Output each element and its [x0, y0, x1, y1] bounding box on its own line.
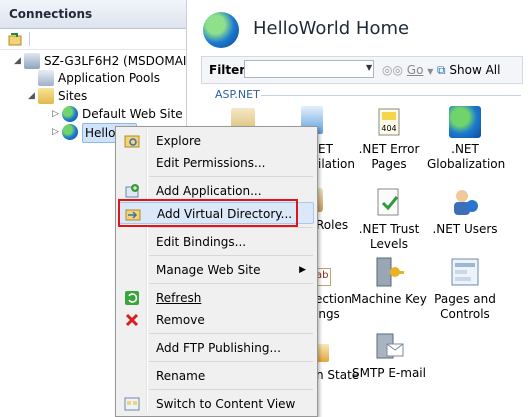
- menu-separator: [149, 361, 313, 362]
- tree-item-sites[interactable]: ◢ Sites: [28, 87, 87, 105]
- menu-item-switch-to-content-view[interactable]: Switch to Content View: [118, 393, 314, 415]
- feature-label: Pages and Controls: [434, 292, 496, 321]
- tree-label-server: SZ-G3LF6H2 (MSDOMAIN: [44, 54, 196, 68]
- tree-label-default-site: Default Web Site: [82, 107, 183, 121]
- feature-label-partial: ilation: [318, 157, 356, 171]
- feature-label-partial: ection: [315, 292, 352, 306]
- menu-item-manage-web-site[interactable]: Manage Web Site ▶: [118, 259, 314, 281]
- menu-label: Edit Permissions...: [156, 156, 266, 170]
- add-application-icon: [125, 184, 139, 198]
- connect-icon[interactable]: [8, 31, 24, 47]
- filter-input[interactable]: [244, 60, 374, 78]
- go-label: Go: [406, 63, 424, 77]
- filter-bar: Filter: ▼ ◎◎ Go ▼ ⧉ Show All: [201, 56, 523, 84]
- menu-item-refresh[interactable]: Refresh: [118, 287, 314, 309]
- go-dropdown-icon[interactable]: ▼: [427, 67, 433, 76]
- feature-net-trust-levels[interactable]: .NET Trust Levels: [351, 186, 427, 252]
- menu-item-explore[interactable]: Explore: [118, 130, 314, 152]
- menu-label: Remove: [156, 313, 205, 327]
- application-pools-icon: [38, 70, 54, 86]
- feature-smtp-email[interactable]: SMTP E-mail: [351, 330, 427, 381]
- machine-key-icon: [376, 257, 404, 287]
- feature-label-partial: ET: [318, 142, 333, 156]
- menu-item-add-ftp-publishing[interactable]: Add FTP Publishing...: [118, 337, 314, 359]
- menu-item-edit-permissions[interactable]: Edit Permissions...: [118, 152, 314, 174]
- refresh-icon: [125, 291, 139, 305]
- expand-icon[interactable]: ▷: [52, 123, 62, 141]
- smtp-email-icon: [376, 333, 404, 359]
- error-page-icon: 404: [378, 108, 400, 136]
- menu-separator: [149, 176, 313, 177]
- menu-separator: [149, 283, 313, 284]
- menu-label: Manage Web Site: [156, 263, 261, 277]
- feature-label-roles: Roles: [316, 218, 349, 232]
- connections-header: Connections: [0, 0, 186, 29]
- globe-icon: [62, 106, 78, 122]
- feature-label: SMTP E-mail: [352, 366, 426, 380]
- menu-separator: [149, 227, 313, 228]
- page-title: HelloWorld Home: [253, 18, 410, 39]
- server-icon: [24, 53, 40, 69]
- sites-folder-icon: [38, 88, 54, 104]
- connections-toolbar: [0, 29, 186, 50]
- show-all-icon: ⧉: [437, 63, 446, 77]
- group-header-aspnet: ASP.NET: [215, 88, 260, 101]
- tree-item-server[interactable]: ◢ SZ-G3LF6H2 (MSDOMAIN: [14, 52, 195, 70]
- feature-net-users[interactable]: .NET Users: [427, 186, 503, 237]
- binoculars-icon: ◎◎: [382, 63, 403, 77]
- menu-label: Switch to Content View: [156, 397, 296, 411]
- menu-label: Explore: [156, 134, 202, 148]
- expand-icon[interactable]: ▷: [52, 105, 62, 123]
- feature-label: .NET Users: [432, 222, 498, 236]
- feature-net-error-pages[interactable]: 404 .NET Error Pages: [351, 106, 427, 172]
- feature-pages-and-controls[interactable]: Pages and Controls: [427, 256, 503, 322]
- feature-net-globalization[interactable]: .NET Globalization: [427, 106, 506, 172]
- tree-label-app-pools: Application Pools: [58, 71, 160, 85]
- tree-item-application-pools[interactable]: Application Pools: [38, 69, 160, 87]
- go-button[interactable]: ◎◎ Go ▼: [382, 63, 433, 77]
- context-menu: Explore Edit Permissions... Add Applicat…: [115, 126, 318, 417]
- globe-icon: [62, 124, 78, 140]
- globalization-icon: [449, 106, 481, 138]
- trust-levels-icon: [377, 188, 399, 216]
- feature-label: Machine Key: [351, 292, 427, 306]
- users-icon: [454, 190, 478, 215]
- site-globe-icon: [203, 12, 239, 48]
- menu-label: Add FTP Publishing...: [156, 341, 281, 355]
- feature-label: .NET Globalization: [427, 142, 506, 171]
- highlight-box: [118, 199, 298, 227]
- tree-item-default-web-site[interactable]: ▷ Default Web Site: [52, 105, 183, 123]
- menu-label: Refresh: [156, 291, 202, 305]
- filter-dropdown-icon[interactable]: ▼: [366, 63, 372, 72]
- menu-label: Rename: [156, 369, 206, 383]
- feature-label: .NET Trust Levels: [358, 222, 420, 251]
- collapse-icon[interactable]: ◢: [14, 52, 24, 70]
- menu-label: Edit Bindings...: [156, 235, 247, 249]
- show-all-label: Show All: [449, 63, 501, 77]
- icon-text-404: 404: [381, 124, 396, 133]
- menu-item-remove[interactable]: Remove: [118, 309, 314, 331]
- content-view-icon: [124, 397, 140, 411]
- explore-icon: [124, 135, 140, 148]
- pages-controls-icon: [451, 258, 479, 286]
- feature-label-partial: ings: [315, 307, 340, 321]
- menu-item-edit-bindings[interactable]: Edit Bindings...: [118, 231, 314, 253]
- remove-icon: [125, 313, 139, 327]
- show-all-button[interactable]: ⧉ Show All: [437, 63, 500, 78]
- submenu-arrow-icon: ▶: [299, 265, 306, 275]
- menu-item-rename[interactable]: Rename: [118, 365, 314, 387]
- collapse-icon[interactable]: ◢: [28, 87, 38, 105]
- connections-title: Connections: [9, 7, 93, 21]
- menu-separator: [149, 333, 313, 334]
- tree-label-sites: Sites: [58, 89, 88, 103]
- menu-separator: [149, 255, 313, 256]
- feature-label: .NET Error Pages: [358, 142, 420, 171]
- feature-machine-key[interactable]: Machine Key: [351, 256, 427, 307]
- group-divider: [261, 95, 521, 96]
- menu-separator: [149, 389, 313, 390]
